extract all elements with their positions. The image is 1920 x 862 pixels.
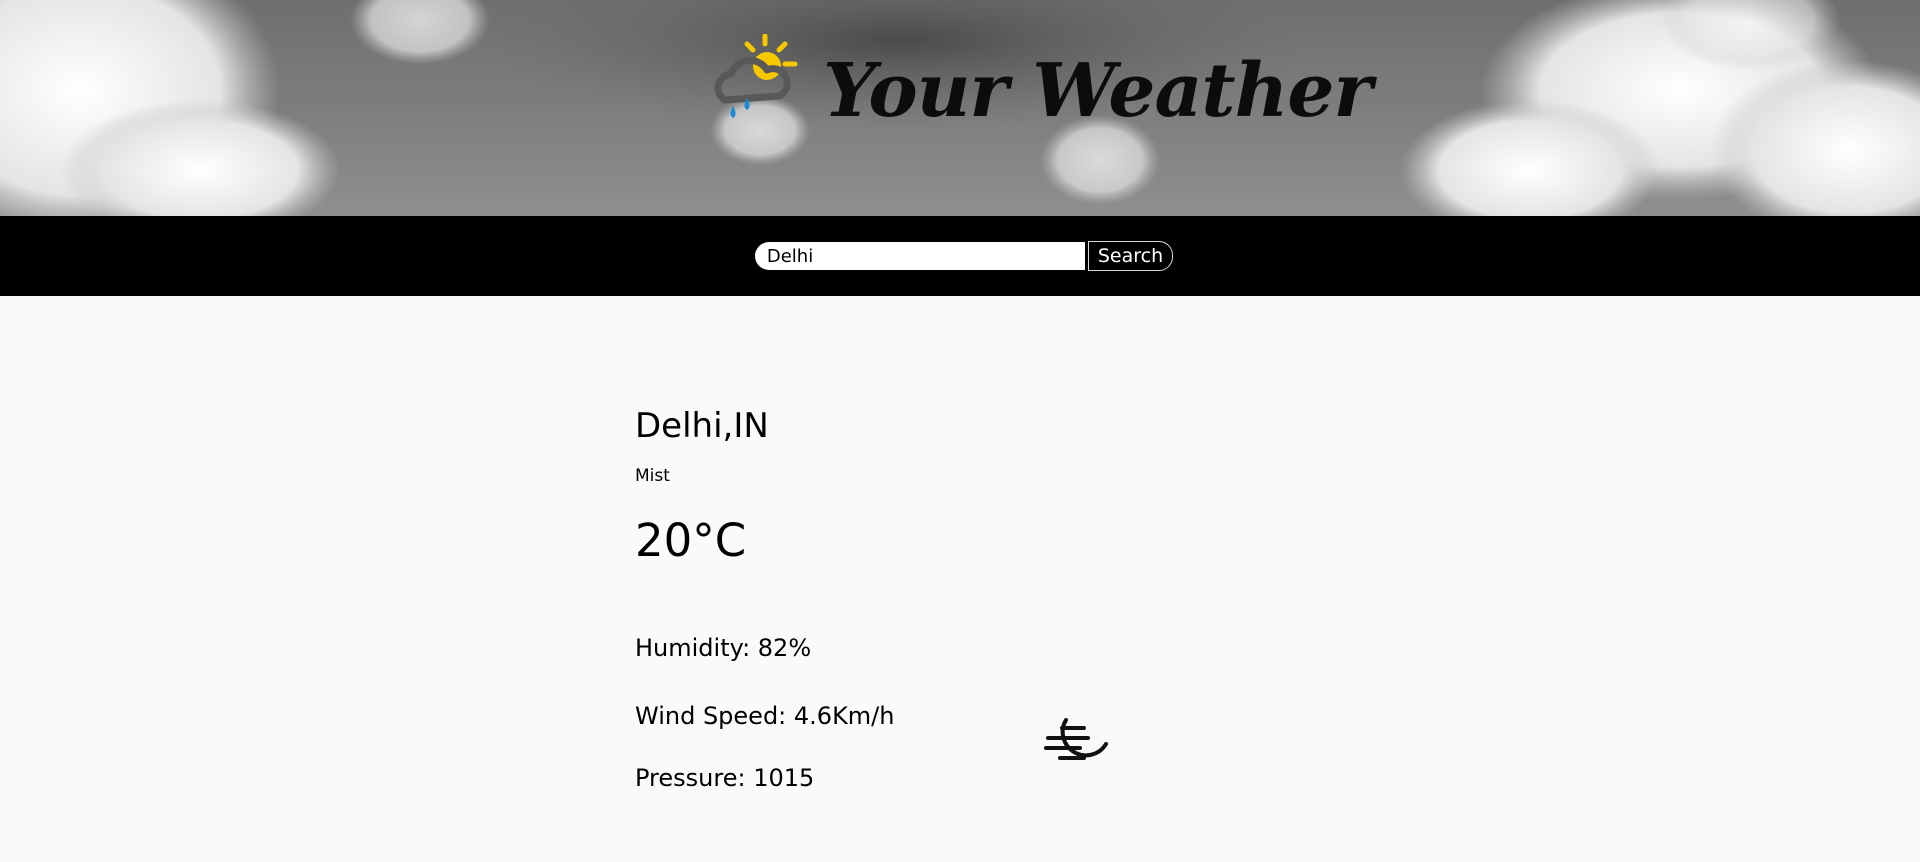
cloud-sun-rain-icon — [714, 34, 798, 118]
temperature: 20°C — [635, 514, 747, 567]
search-input[interactable] — [754, 242, 1085, 270]
brand: Your Weather — [705, 34, 1372, 134]
weather-description: Mist — [635, 466, 670, 486]
hero-banner: Your Weather — [0, 0, 1920, 216]
search-bar: Search — [0, 216, 1920, 296]
page-title: Your Weather — [823, 48, 1372, 134]
weather-panel: Delhi,IN Mist 20°C Humidity: 82% Wind Sp… — [0, 296, 1920, 862]
search-button[interactable]: Search — [1087, 241, 1174, 271]
search-form: Search — [754, 241, 1174, 271]
location-name: Delhi,IN — [635, 406, 769, 446]
pressure: Pressure: 1015 — [635, 764, 815, 792]
wind-moon-icon — [1044, 718, 1108, 760]
wind-speed: Wind Speed: 4.6Km/h — [635, 702, 895, 730]
humidity: Humidity: 82% — [635, 634, 812, 662]
